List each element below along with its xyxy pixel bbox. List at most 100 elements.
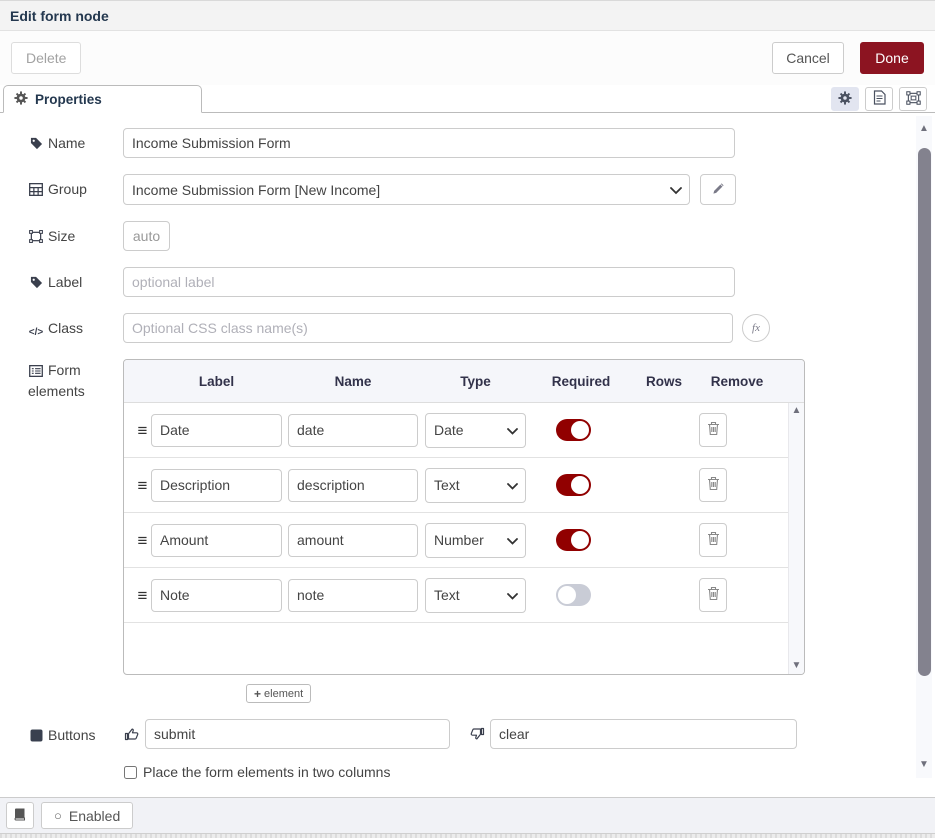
group-label: Group xyxy=(28,174,123,201)
form-elements-label: Form elements xyxy=(28,359,123,401)
plus-icon: + xyxy=(254,687,261,701)
cancel-button[interactable]: Cancel xyxy=(772,42,844,74)
appearance-pane-button[interactable] xyxy=(899,87,927,111)
book-icon xyxy=(13,808,27,824)
column-header-rows: Rows xyxy=(634,374,694,389)
element-type-select[interactable]: Date xyxy=(425,413,526,448)
scroll-up-icon[interactable]: ▲ xyxy=(792,406,802,416)
class-label: </>Class xyxy=(28,313,123,342)
delete-button[interactable]: Delete xyxy=(11,42,81,74)
element-label-input[interactable] xyxy=(151,469,282,502)
thumbs-up-icon xyxy=(123,726,140,742)
name-label: Name xyxy=(28,128,123,155)
drag-handle-icon[interactable]: ≡ xyxy=(134,477,151,494)
size-icon xyxy=(28,229,44,248)
dialog-footer: ○ Enabled xyxy=(0,797,935,833)
column-header-label: Label xyxy=(151,374,282,389)
drag-handle-icon[interactable]: ≡ xyxy=(134,587,151,604)
column-header-remove: Remove xyxy=(702,374,772,389)
delete-element-button[interactable] xyxy=(699,523,727,557)
dialog-title: Edit form node xyxy=(10,8,109,24)
dialog-titlebar: Edit form node xyxy=(0,1,935,31)
pencil-icon xyxy=(712,182,725,198)
element-type-select[interactable]: Number xyxy=(425,523,526,558)
drag-handle-icon[interactable]: ≡ xyxy=(134,532,151,549)
trash-icon xyxy=(707,476,720,494)
code-icon: </> xyxy=(28,323,44,342)
thumbs-down-icon xyxy=(468,726,485,742)
delete-element-button[interactable] xyxy=(699,578,727,612)
scroll-down-icon[interactable]: ▼ xyxy=(919,760,929,770)
form-elements-body: ≡ Date ≡ Text xyxy=(124,403,804,674)
field-row-name: Name xyxy=(28,128,935,158)
tab-bar: Properties xyxy=(0,85,935,113)
square-icon xyxy=(28,728,44,747)
size-button[interactable]: auto xyxy=(123,221,170,251)
label-input[interactable] xyxy=(123,267,735,297)
form-elements-table: Label Name Type Required Rows Remove ≡ D… xyxy=(123,359,805,675)
element-name-input[interactable] xyxy=(288,524,418,557)
form-element-row: ≡ Text xyxy=(124,568,788,623)
gear-icon xyxy=(838,91,852,108)
table-scrollbar[interactable]: ▲ ▼ xyxy=(788,403,804,674)
group-select[interactable]: Income Submission Form [New Income] xyxy=(123,174,690,205)
tab-properties[interactable]: Properties xyxy=(3,85,202,113)
properties-pane-button[interactable] xyxy=(831,87,859,111)
element-label-input[interactable] xyxy=(151,579,282,612)
element-name-input[interactable] xyxy=(288,579,418,612)
enabled-label: Enabled xyxy=(69,808,120,824)
name-input[interactable] xyxy=(123,128,735,158)
edit-group-button[interactable] xyxy=(700,174,736,205)
scroll-down-icon[interactable]: ▼ xyxy=(792,661,802,671)
delete-element-button[interactable] xyxy=(699,413,727,447)
class-input[interactable] xyxy=(123,313,733,343)
submit-button-input[interactable] xyxy=(145,719,450,749)
workspace-edge xyxy=(0,833,935,838)
dialog-toolbar: Delete Cancel Done xyxy=(0,31,935,85)
two-columns-row: Place the form elements in two columns xyxy=(124,764,935,780)
element-type-select[interactable]: Text xyxy=(425,578,526,613)
column-header-name: Name xyxy=(288,374,418,389)
element-type-select[interactable]: Text xyxy=(425,468,526,503)
node-info-button[interactable] xyxy=(6,802,34,829)
radio-circle-icon: ○ xyxy=(54,809,62,822)
field-row-class: </>Class fx xyxy=(28,313,935,343)
list-icon xyxy=(28,363,44,382)
element-required-toggle[interactable] xyxy=(556,529,591,551)
buttons-label: Buttons xyxy=(28,722,123,747)
field-row-form-elements: Form elements Label Name Type Required R… xyxy=(28,359,935,703)
size-label: Size xyxy=(28,221,123,248)
field-row-label: Label xyxy=(28,267,935,297)
form-element-row: ≡ Date xyxy=(124,403,788,458)
field-row-buttons: Buttons xyxy=(28,719,935,749)
element-required-toggle[interactable] xyxy=(556,419,591,441)
properties-pane: Name Group Income Submission Form [New I… xyxy=(0,113,935,797)
element-name-input[interactable] xyxy=(288,414,418,447)
drag-handle-icon[interactable]: ≡ xyxy=(134,422,151,439)
element-label-input[interactable] xyxy=(151,524,282,557)
description-pane-button[interactable] xyxy=(865,87,893,111)
expand-editor-button[interactable]: fx xyxy=(742,314,770,342)
field-row-size: Size auto xyxy=(28,221,935,251)
field-row-group: Group Income Submission Form [New Income… xyxy=(28,174,935,205)
two-columns-label[interactable]: Place the form elements in two columns xyxy=(143,764,390,780)
clear-button-input[interactable] xyxy=(490,719,797,749)
two-columns-checkbox[interactable] xyxy=(124,766,137,779)
element-required-toggle[interactable] xyxy=(556,474,591,496)
add-element-button[interactable]: +element xyxy=(246,684,311,703)
tag-icon xyxy=(28,136,44,155)
form-element-row: ≡ Number xyxy=(124,513,788,568)
enabled-toggle-button[interactable]: ○ Enabled xyxy=(41,802,133,829)
element-name-input[interactable] xyxy=(288,469,418,502)
element-required-toggle[interactable] xyxy=(556,584,591,606)
done-button[interactable]: Done xyxy=(860,42,924,74)
trash-icon xyxy=(707,586,720,604)
scrollbar-thumb[interactable] xyxy=(918,148,931,676)
main-scrollbar[interactable]: ▲ ▼ xyxy=(916,116,932,778)
delete-element-button[interactable] xyxy=(699,468,727,502)
form-elements-rows: ≡ Date ≡ Text xyxy=(124,403,788,623)
element-label-input[interactable] xyxy=(151,414,282,447)
scroll-up-icon[interactable]: ▲ xyxy=(919,124,929,134)
form-elements-header: Label Name Type Required Rows Remove xyxy=(124,360,804,403)
form-element-row: ≡ Text xyxy=(124,458,788,513)
